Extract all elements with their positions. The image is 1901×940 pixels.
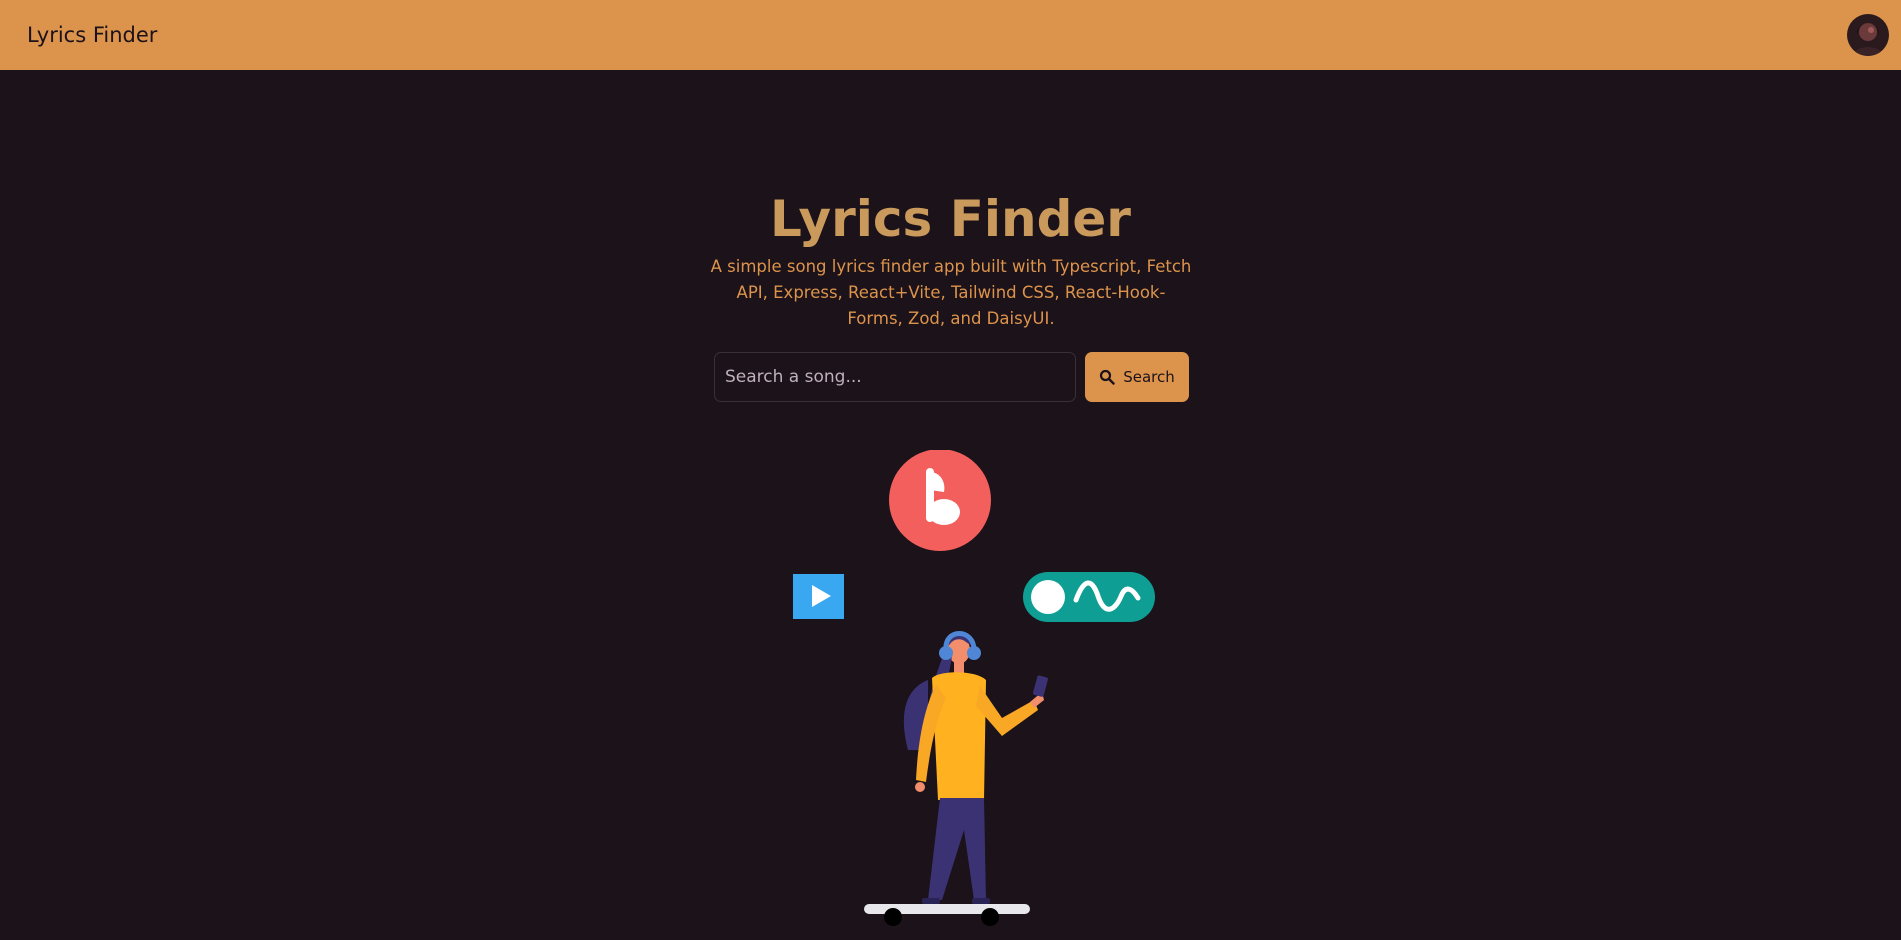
hero-title: Lyrics Finder (770, 190, 1131, 248)
hero-section: Lyrics Finder A simple song lyrics finde… (0, 70, 1901, 940)
search-icon (1100, 369, 1115, 385)
search-button-label: Search (1123, 368, 1175, 386)
skateboard (864, 904, 1030, 926)
avatar-image (1847, 14, 1889, 56)
music-note-icon (889, 450, 991, 551)
search-input[interactable] (714, 352, 1076, 402)
avatar[interactable] (1847, 14, 1889, 56)
navbar: Lyrics Finder (0, 0, 1901, 70)
play-icon (793, 574, 844, 619)
music-illustration (793, 450, 1155, 926)
search-button[interactable]: Search (1085, 352, 1189, 402)
navbar-brand[interactable]: Lyrics Finder (27, 23, 157, 47)
person-figure (903, 631, 1048, 904)
toggle-wave-icon (1023, 572, 1155, 622)
hero-description: A simple song lyrics finder app built wi… (710, 257, 1192, 328)
